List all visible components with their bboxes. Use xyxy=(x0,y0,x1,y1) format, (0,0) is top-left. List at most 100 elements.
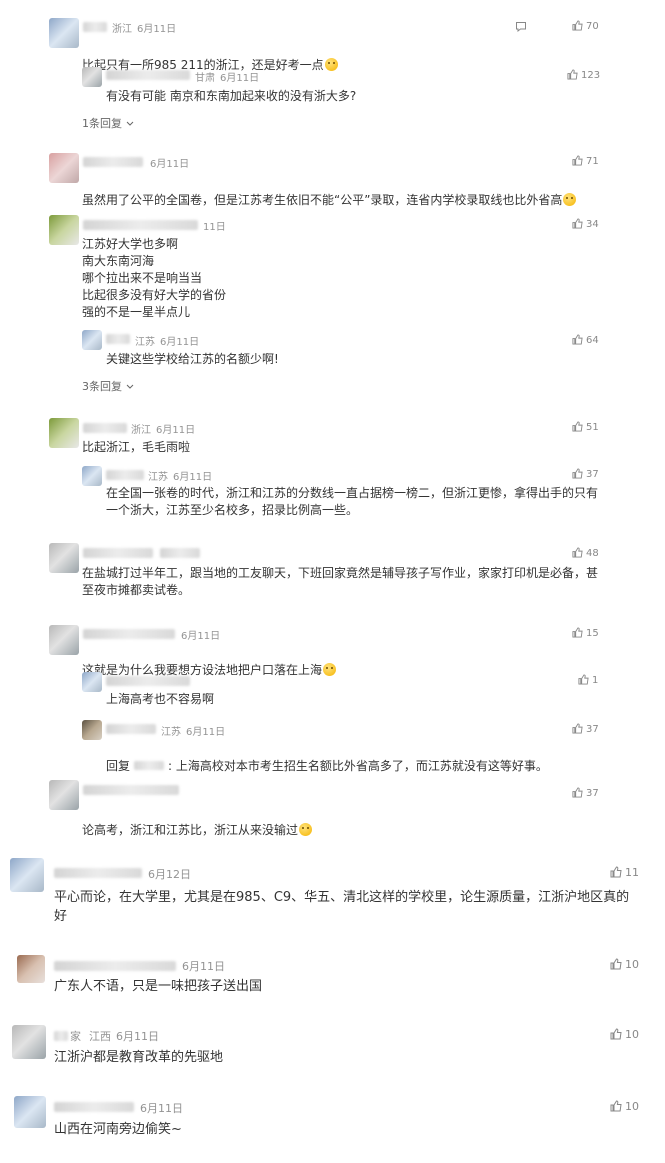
like-button[interactable]: 64 xyxy=(572,334,599,346)
reply-meta: 江苏 6月11日 xyxy=(135,337,200,348)
comment-meta xyxy=(160,548,200,558)
chevron-down-icon xyxy=(126,384,133,389)
like-button[interactable]: 37 xyxy=(572,723,599,735)
comment-meta: 浙江 6月11日 xyxy=(112,24,177,35)
avatar[interactable] xyxy=(82,67,102,87)
comment-meta: 6月11日 xyxy=(140,1102,183,1115)
comment-text: 论高考，浙江和江苏比，浙江从来没输过 xyxy=(82,805,313,839)
like-button[interactable]: 37 xyxy=(572,787,599,799)
emoji-icon xyxy=(563,193,577,206)
reply-target-username[interactable] xyxy=(134,761,165,770)
thumbs-up-icon xyxy=(572,20,583,31)
avatar[interactable] xyxy=(82,720,102,740)
message-icon[interactable] xyxy=(515,21,527,33)
comment-text: 比起浙江，毛毛雨啦 xyxy=(82,440,191,454)
thumbs-up-icon xyxy=(610,1028,622,1040)
thumbs-up-icon xyxy=(567,69,578,80)
comment: 48 在盐城打过半年工，跟当地的工友聊天，下班回家竟然是辅导孩子写作业，家家打印… xyxy=(0,535,665,620)
avatar[interactable] xyxy=(82,466,102,486)
username[interactable] xyxy=(106,676,190,686)
like-button[interactable]: 51 xyxy=(572,421,599,433)
thumbs-up-icon xyxy=(572,547,583,558)
comment-meta: 6月12日 xyxy=(148,868,191,881)
avatar[interactable] xyxy=(49,153,79,183)
comment-text: 平心而论，在大学里，尤其是在985、C9、华五、清北这样的学校里，论生源质量，江… xyxy=(54,890,630,924)
thumbs-up-icon xyxy=(572,334,583,345)
like-button[interactable]: 10 xyxy=(610,958,639,971)
like-button[interactable]: 123 xyxy=(567,69,600,81)
username[interactable] xyxy=(83,423,127,433)
username[interactable] xyxy=(83,220,198,230)
like-button[interactable]: 10 xyxy=(610,1028,639,1041)
username[interactable] xyxy=(83,629,175,639)
thumbs-up-icon xyxy=(610,958,622,970)
comment: 浙江 6月11日 51 比起浙江，毛毛雨啦 江苏 6月11日 37 在全国一张卷的时… xyxy=(0,400,665,535)
like-button[interactable]: 37 xyxy=(572,468,599,480)
like-button[interactable]: 15 xyxy=(572,627,599,639)
avatar[interactable] xyxy=(10,858,44,892)
like-button[interactable]: 34 xyxy=(572,218,599,230)
reply-text: 有没有可能 南京和东南加起来收的没有浙大多? xyxy=(106,89,357,103)
username[interactable] xyxy=(106,470,144,480)
username[interactable] xyxy=(54,1102,134,1112)
reply-meta: 江苏 6月11日 xyxy=(161,727,226,738)
comment-text: 虽然用了公平的全国卷，但是江苏考生依旧不能“公平”录取，连省内学校录取线也比外省… xyxy=(82,175,577,209)
emoji-icon xyxy=(324,58,338,71)
comment-text: 在盐城打过半年工，跟当地的工友聊天，下班回家竟然是辅导孩子写作业，家家打印机是必… xyxy=(82,566,599,597)
thumbs-up-icon xyxy=(572,421,583,432)
chevron-down-icon xyxy=(126,121,133,126)
username[interactable] xyxy=(106,334,130,344)
username[interactable] xyxy=(54,961,176,971)
username[interactable] xyxy=(106,70,190,80)
emoji-icon xyxy=(299,823,313,836)
comment-meta: 6月11日 xyxy=(150,159,190,170)
thumbs-up-icon xyxy=(572,723,583,734)
comment: 6月12日 11 平心而论，在大学里，尤其是在985、C9、华五、清北这样的学校… xyxy=(0,845,665,940)
expand-replies-button[interactable]: 3条回复 xyxy=(82,378,134,394)
like-button[interactable]: 70 xyxy=(572,20,599,32)
avatar[interactable] xyxy=(49,543,79,573)
username[interactable] xyxy=(83,548,153,558)
comment: 浙江 6月11日 70 比起只有一所985 211的浙江，还是好考一点 甘肃 6月1… xyxy=(0,0,665,140)
thumbs-up-icon xyxy=(572,627,583,638)
comment: 6月11日 10 山西在河南旁边偷笑~ xyxy=(0,1080,665,1163)
reply-meta: 江苏 6月11日 xyxy=(148,472,213,483)
reply-meta: 甘肃 6月11日 xyxy=(195,73,260,84)
thumbs-up-icon xyxy=(572,468,583,479)
comment-text: 江苏好大学也多啊 南大东南河海 哪个拉出来不是响当当 比起很多没有好大学的省份 … xyxy=(82,237,227,319)
avatar[interactable] xyxy=(17,955,45,983)
comment: 6月11日 15 这就是为什么我要想方设法地把户口落在上海 1 上海高考也不容易… xyxy=(0,620,665,773)
avatar[interactable] xyxy=(49,780,79,810)
username[interactable] xyxy=(83,22,107,32)
like-button[interactable]: 11 xyxy=(610,866,639,879)
avatar[interactable] xyxy=(49,625,79,655)
avatar[interactable] xyxy=(14,1096,46,1128)
comment-text: 广东人不语，只是一味把孩子送出国 xyxy=(54,979,263,994)
username[interactable] xyxy=(54,1031,68,1041)
comment-meta: 11日 xyxy=(203,222,226,233)
avatar[interactable] xyxy=(49,215,79,245)
username[interactable] xyxy=(83,785,179,795)
thumbs-up-icon xyxy=(572,155,583,166)
username[interactable] xyxy=(83,157,143,167)
avatar[interactable] xyxy=(12,1025,46,1059)
comment-meta: 6月11日 xyxy=(182,960,225,973)
username[interactable] xyxy=(106,724,156,734)
avatar[interactable] xyxy=(82,330,102,350)
like-button[interactable]: 71 xyxy=(572,155,599,167)
comment: 11日 34 江苏好大学也多啊 南大东南河海 哪个拉出来不是响当当 比起很多没有… xyxy=(0,210,665,400)
username[interactable] xyxy=(54,868,142,878)
thumbs-up-icon xyxy=(610,1100,622,1112)
like-button[interactable]: 48 xyxy=(572,547,599,559)
like-button[interactable]: 1 xyxy=(578,674,598,686)
thumbs-up-icon xyxy=(610,866,622,878)
avatar[interactable] xyxy=(49,418,79,448)
like-button[interactable]: 10 xyxy=(610,1100,639,1113)
thumbs-up-icon xyxy=(572,787,583,798)
expand-replies-button[interactable]: 1条回复 xyxy=(82,115,134,131)
avatar[interactable] xyxy=(82,672,102,692)
comment-text: 江浙沪都是教育改革的先驱地 xyxy=(54,1050,224,1065)
comment: 37 论高考，浙江和江苏比，浙江从来没输过 xyxy=(0,770,665,845)
comment-meta: 浙江 6月11日 xyxy=(131,425,196,436)
avatar[interactable] xyxy=(49,18,79,48)
